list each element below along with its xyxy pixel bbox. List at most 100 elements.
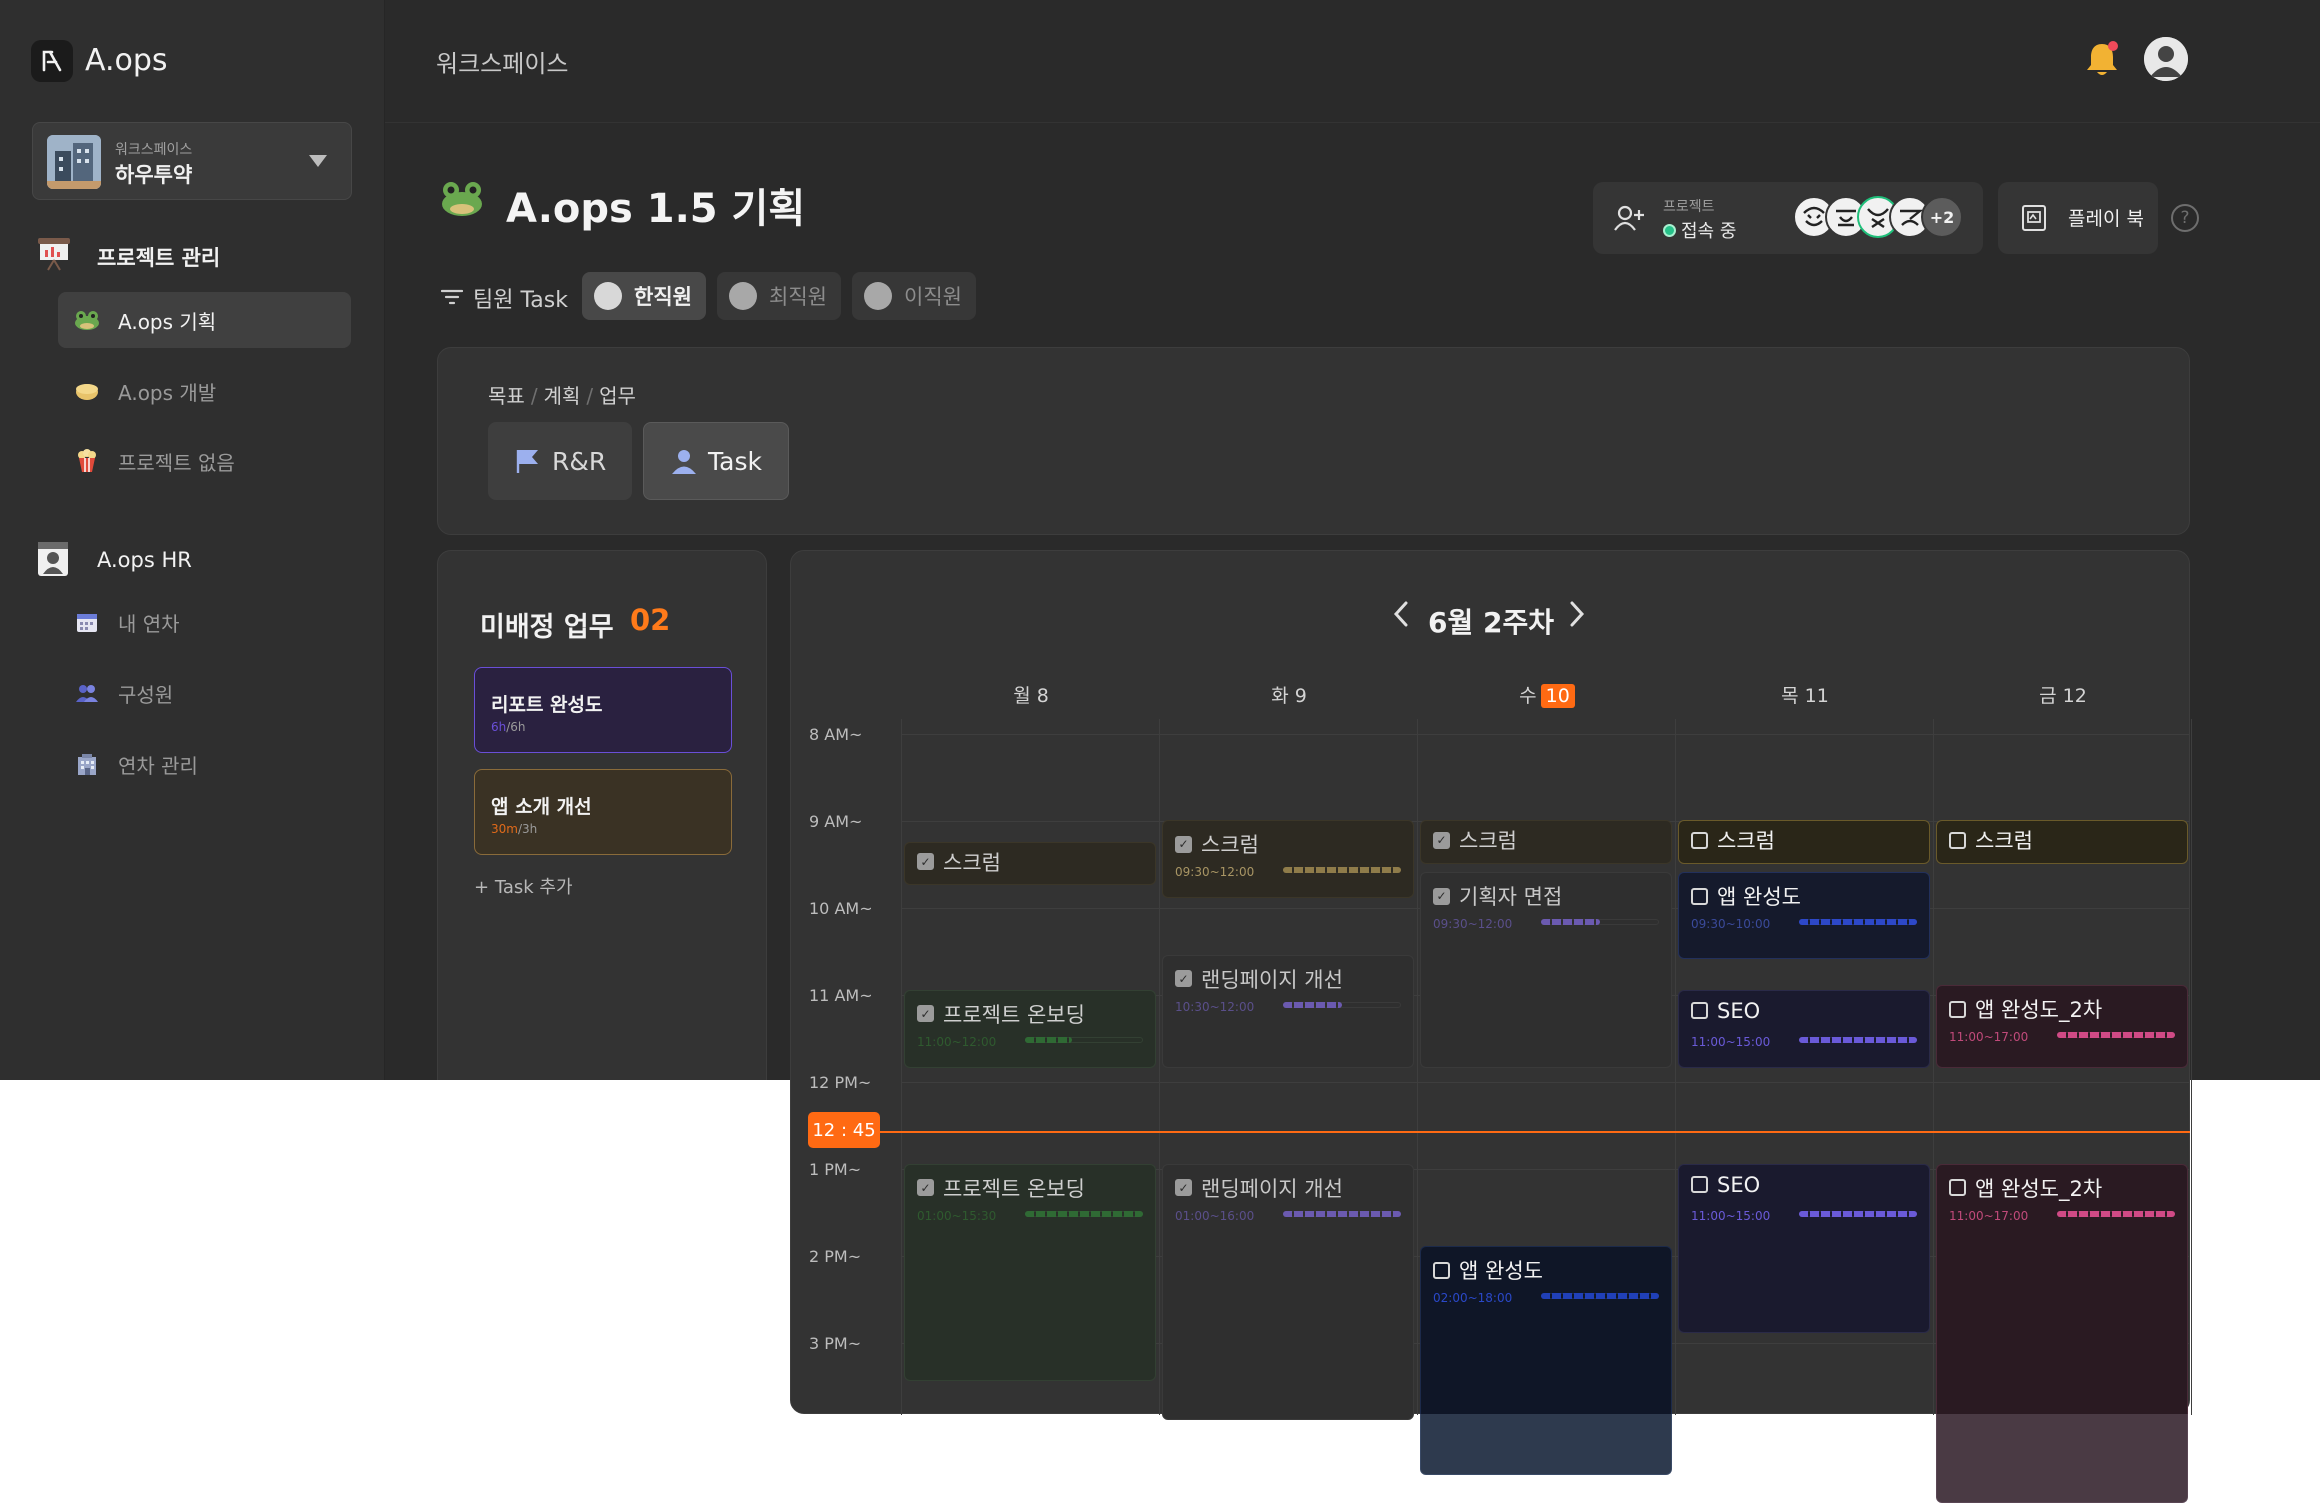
event-title-text: 프로젝트 온보딩 <box>943 1176 1085 1201</box>
calendar-event[interactable]: 앱 완성도_2차 11:00~17:00 <box>1936 1163 2188 1429</box>
crumb-work[interactable]: 업무 <box>599 384 636 408</box>
day-label: 목 11 <box>1781 685 1829 707</box>
checkbox-icon[interactable] <box>1433 1261 1450 1279</box>
checkbox-icon[interactable] <box>1691 1002 1708 1020</box>
checkbox-icon[interactable] <box>1691 1176 1708 1194</box>
add-person-icon[interactable] <box>1613 204 1645 236</box>
sidebar-item-members[interactable]: 구성원 <box>58 665 351 721</box>
breadcrumb[interactable]: 워크스페이스 <box>436 44 568 79</box>
member-chip-choi[interactable]: 최직원 <box>717 272 841 320</box>
calendar-event[interactable]: ✓ 프로젝트 온보딩 11:00~12:00 <box>904 989 1156 1068</box>
crumb-plan[interactable]: 계획 <box>544 384 581 408</box>
day-header[interactable]: 월 8 <box>902 681 1160 708</box>
app-logo-icon[interactable] <box>31 40 73 82</box>
calendar-event[interactable]: ✓ 랜딩페이지 개선 10:30~12:00 <box>1162 954 1414 1068</box>
header-divider <box>385 122 2320 123</box>
card-total: /3h <box>517 822 538 836</box>
calendar-event[interactable]: 앱 완성도 09:30~10:00 <box>1678 872 1930 960</box>
progress-fill <box>1283 1210 1401 1217</box>
card-used: 30m <box>491 822 518 836</box>
event-title: 앱 완성도_2차 <box>1949 994 2102 1024</box>
checkbox-icon[interactable] <box>1949 831 1966 849</box>
member-chip-lee[interactable]: 이직원 <box>852 272 976 320</box>
bell-icon[interactable] <box>2085 40 2118 78</box>
calendar-event[interactable]: ✓ 기획자 면접 09:30~12:00 <box>1420 872 1672 1068</box>
checkbox-icon[interactable] <box>1949 1179 1966 1197</box>
project-presence[interactable]: 프로젝트 접속 중 +2 <box>1593 182 1983 254</box>
rr-button[interactable]: R&R <box>488 422 633 500</box>
day-gridline <box>2191 719 2192 1415</box>
day-header[interactable]: 수 10 <box>1418 681 1676 708</box>
calendar-event[interactable]: 앱 완성도 02:00~18:00 <box>1420 1246 1672 1429</box>
checkbox-icon[interactable] <box>1691 831 1708 849</box>
goal-breadcrumb: 목표 / 계획 / 업무 <box>488 384 636 408</box>
help-icon[interactable]: ? <box>2171 204 2199 232</box>
checkbox-checked-icon[interactable]: ✓ <box>917 1005 934 1023</box>
checkbox-checked-icon[interactable]: ✓ <box>917 853 934 871</box>
day-header[interactable]: 금 12 <box>1934 681 2192 708</box>
playbook-button[interactable]: 플레이 북 <box>1998 182 2158 254</box>
checkbox-icon[interactable] <box>1691 887 1708 905</box>
sidebar-item-leave-manage[interactable]: 연차 관리 <box>58 736 351 792</box>
progress-fill <box>1283 867 1401 873</box>
checkbox-checked-icon[interactable]: ✓ <box>1175 970 1192 988</box>
rr-label: R&R <box>552 446 607 476</box>
crumb-goal[interactable]: 목표 <box>488 384 525 408</box>
day-gridline <box>1675 719 1676 1415</box>
sidebar-item-label: 프로젝트 없음 <box>118 450 235 475</box>
checkbox-checked-icon[interactable]: ✓ <box>917 1179 934 1197</box>
goal-panel: 목표 / 계획 / 업무 R&R Task <box>437 347 2190 535</box>
checkbox-checked-icon[interactable]: ✓ <box>1175 1179 1192 1197</box>
calendar-event[interactable]: 앱 완성도_2차 11:00~17:00 <box>1936 985 2188 1068</box>
member-chip-han[interactable]: 한직원 <box>582 272 706 320</box>
calendar-event[interactable]: SEO 11:00~15:00 <box>1678 1163 1930 1334</box>
day-header[interactable]: 목 11 <box>1676 681 1934 708</box>
calendar-event[interactable]: ✓ 스크럼 09:30~12:00 <box>1162 820 1414 899</box>
workspace-selector[interactable]: 워크스페이스 하우투약 <box>32 122 352 200</box>
calendar-event[interactable]: SEO 11:00~15:00 <box>1678 989 1930 1068</box>
chevron-right-icon[interactable] <box>1567 599 1587 637</box>
task-button[interactable]: Task <box>643 422 789 500</box>
calendar-event-overflow[interactable] <box>1936 1414 2188 1503</box>
checkbox-checked-icon[interactable]: ✓ <box>1433 831 1450 849</box>
task-label: Task <box>708 446 762 476</box>
day-gridline <box>1159 719 1160 1415</box>
card-used: 6h <box>491 720 507 734</box>
sidebar-item-my-leave[interactable]: 내 연차 <box>58 594 351 650</box>
progress-fill <box>1799 1036 1917 1043</box>
plus-icon: + <box>474 877 495 898</box>
sidebar-item-aops-dev[interactable]: A.ops 개발 <box>58 363 351 419</box>
calendar-event-overflow[interactable] <box>1420 1414 1672 1475</box>
unassigned-card[interactable]: 앱 소개 개선 30m/3h <box>474 769 732 855</box>
event-time: 09:30~12:00 <box>1175 865 1255 879</box>
event-title-text: 앱 완성도_2차 <box>1975 1176 2103 1201</box>
event-title: SEO <box>1691 999 1760 1023</box>
sidebar-item-aops-plan[interactable]: A.ops 기획 <box>58 292 351 348</box>
add-task-button[interactable]: + Task 추가 <box>474 873 573 899</box>
hour-label: 1 PM~ <box>809 1160 862 1179</box>
calendar-event[interactable]: ✓ 스크럼 <box>904 841 1156 886</box>
event-title: ✓ 프로젝트 온보딩 <box>917 1173 1085 1203</box>
sidebar-item-no-project[interactable]: 프로젝트 없음 <box>58 433 351 489</box>
calendar-week-label: 6월 2주차 <box>1428 606 1554 639</box>
calendar-event[interactable]: 스크럼 <box>1678 820 1930 864</box>
unassigned-count: 02 <box>630 603 671 637</box>
day-gridline <box>1933 719 1934 1415</box>
more-avatars-badge[interactable]: +2 <box>1921 196 1963 238</box>
hour-label: 9 AM~ <box>809 812 863 831</box>
day-label: 월 8 <box>1013 685 1049 707</box>
day-gridline <box>1417 719 1418 1415</box>
calendar-event[interactable]: ✓ 랜딩페이지 개선 01:00~16:00 <box>1162 1163 1414 1421</box>
user-avatar[interactable] <box>2144 37 2188 81</box>
calendar-event[interactable]: 스크럼 <box>1936 820 2188 864</box>
avatar <box>729 282 757 310</box>
checkbox-checked-icon[interactable]: ✓ <box>1433 887 1450 905</box>
calendar-event[interactable]: ✓ 스크럼 <box>1420 820 1672 864</box>
filter-icon[interactable] <box>440 288 464 310</box>
calendar-event[interactable]: ✓ 프로젝트 온보딩 01:00~15:30 <box>904 1163 1156 1382</box>
unassigned-card[interactable]: 리포트 완성도 6h/6h <box>474 667 732 753</box>
checkbox-checked-icon[interactable]: ✓ <box>1175 835 1192 853</box>
checkbox-icon[interactable] <box>1949 1000 1966 1018</box>
chevron-down-icon[interactable] <box>309 155 327 167</box>
day-header[interactable]: 화 9 <box>1160 681 1418 708</box>
